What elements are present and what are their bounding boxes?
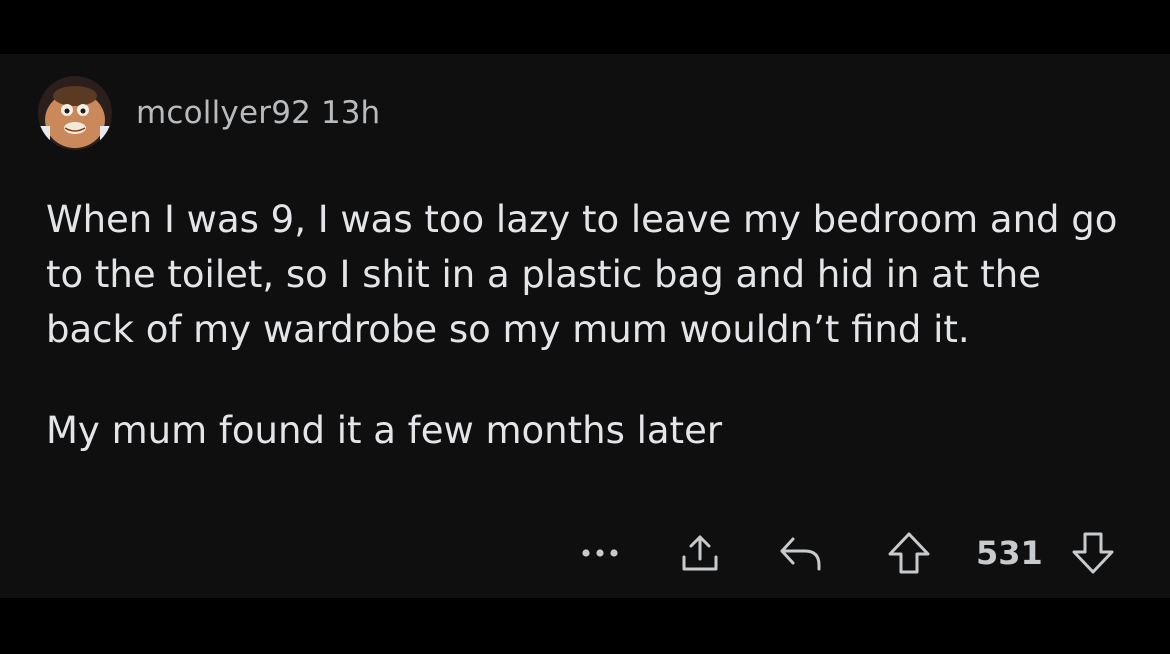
upvote-button[interactable] [884, 528, 934, 578]
comment-actions: 531 [0, 528, 1170, 578]
share-icon [678, 531, 722, 575]
vote-score: 531 [976, 534, 1043, 572]
comment-body: When I was 9, I was too lazy to leave my… [46, 192, 1136, 458]
downvote-button[interactable] [1068, 528, 1118, 578]
comment-paragraph: My mum found it a few months later [46, 409, 723, 452]
share-button[interactable] [676, 528, 724, 578]
avatar[interactable] [38, 76, 112, 150]
more-options-button[interactable] [578, 528, 622, 578]
more-dots-icon [580, 548, 620, 558]
downvote-arrow-icon [1070, 530, 1116, 576]
comment-header: mcollyer92 13h [38, 76, 380, 150]
comment-card: mcollyer92 13h When I was 9, I was too l… [0, 54, 1170, 598]
username[interactable]: mcollyer92 [136, 95, 311, 131]
comment-paragraph: When I was 9, I was too lazy to leave my… [46, 198, 1118, 351]
timestamp: 13h [321, 95, 381, 131]
reply-icon [777, 531, 823, 575]
reply-button[interactable] [776, 528, 824, 578]
upvote-arrow-icon [886, 530, 932, 576]
